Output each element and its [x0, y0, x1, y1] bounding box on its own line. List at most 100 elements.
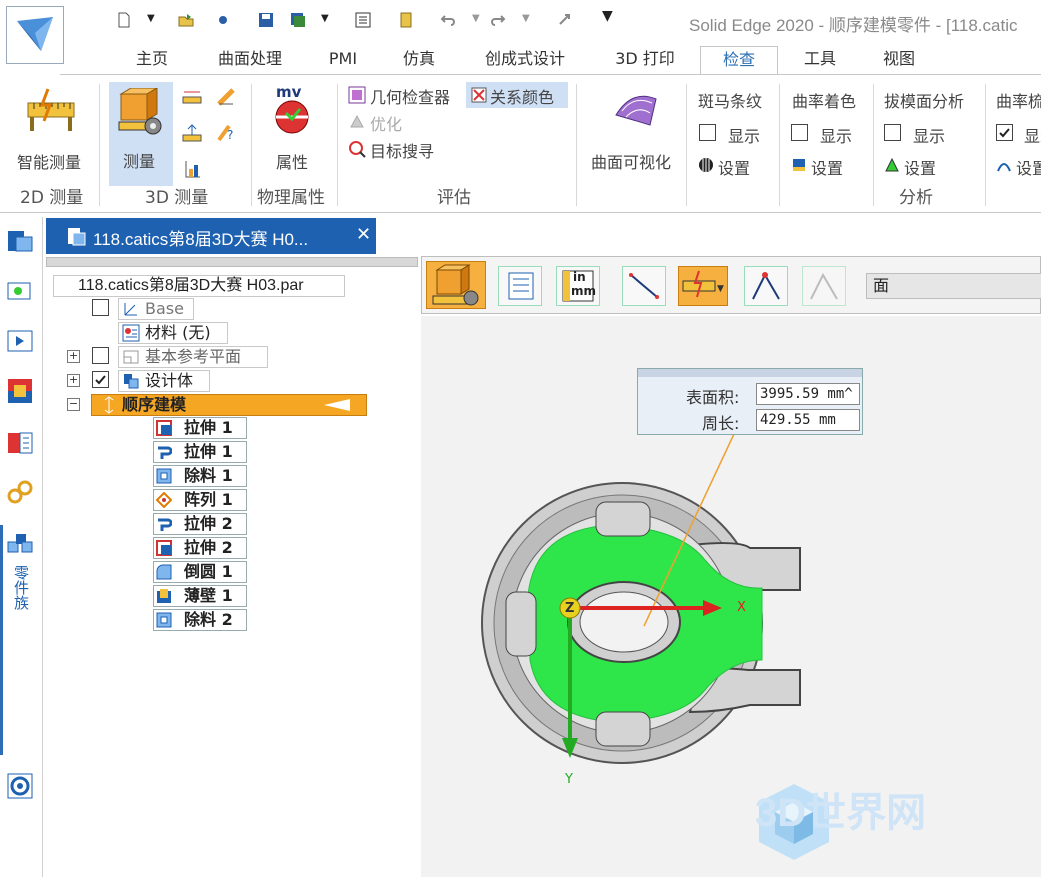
curvature-settings-label[interactable]: 设置 — [811, 155, 843, 179]
optimize-icon[interactable] — [348, 113, 366, 131]
feature-playback-icon[interactable] — [6, 327, 34, 355]
area-value-field[interactable]: 3995.59 mm^ — [756, 383, 860, 405]
curvature-show-checkbox[interactable] — [791, 124, 808, 141]
relation-colors-button[interactable]: 关系颜色 — [466, 82, 568, 108]
expand-design-body-icon[interactable]: + — [67, 374, 80, 387]
draft-show-label[interactable]: 显示 — [913, 123, 945, 147]
comb-settings-label[interactable]: 设置 — [1016, 155, 1041, 179]
tab-inspect[interactable]: 检查 — [700, 46, 778, 75]
feature-extrude-1[interactable]: 拉伸 1 — [153, 417, 247, 439]
appearance-icon[interactable] — [6, 377, 34, 405]
info-icon[interactable] — [398, 12, 414, 28]
undo-dropdown-icon[interactable]: ▼ — [472, 13, 480, 24]
draft-settings-label[interactable]: 设置 — [904, 155, 936, 179]
redo-icon[interactable] — [490, 12, 506, 28]
draft-show-checkbox[interactable] — [884, 124, 901, 141]
tab-pmi[interactable]: PMI — [320, 46, 366, 74]
curvature-settings-icon[interactable] — [791, 157, 807, 173]
print-icon[interactable] — [215, 12, 231, 28]
tab-3d-print[interactable]: 3D 打印 — [606, 46, 684, 74]
measure-distance-icon[interactable] — [182, 89, 202, 107]
family-of-parts-label[interactable]: 零件族 — [10, 565, 30, 610]
selection-filter-dropdown[interactable]: 面 — [866, 273, 1041, 299]
zebra-show-label[interactable]: 显示 — [728, 123, 760, 147]
tab-generative-design[interactable]: 创成式设计 — [470, 46, 580, 74]
app-logo-icon[interactable] — [6, 6, 64, 64]
measure-box-grip[interactable] — [638, 369, 862, 377]
repeat-icon[interactable] — [557, 12, 573, 28]
measure-angle-icon[interactable] — [216, 87, 236, 107]
feature-cutout-1[interactable]: 除料 1 — [153, 465, 247, 487]
optimize-label[interactable]: 优化 — [370, 111, 402, 135]
path-finder-icon[interactable] — [6, 227, 34, 255]
measure-mode-button[interactable] — [426, 261, 486, 309]
zebra-settings-label[interactable]: 设置 — [718, 155, 750, 179]
new-dropdown-icon[interactable]: ▼ — [147, 13, 155, 24]
design-body-checkbox[interactable] — [92, 371, 109, 388]
comb-settings-icon[interactable] — [996, 157, 1012, 173]
properties-list-icon[interactable] — [355, 12, 371, 28]
undo-icon[interactable] — [440, 12, 456, 28]
tab-view[interactable]: 视图 — [870, 46, 928, 74]
measure-normal-icon[interactable] — [182, 123, 202, 143]
measure-line-button[interactable] — [622, 266, 666, 306]
feature-cutout-2[interactable]: 除料 2 — [153, 609, 247, 631]
draft-settings-icon[interactable] — [884, 157, 900, 173]
properties-list-button[interactable] — [498, 266, 542, 306]
comb-show-checkbox[interactable] — [996, 124, 1013, 141]
engineering-reference-icon[interactable] — [6, 772, 34, 800]
feature-thinwall-1[interactable]: 薄壁 1 — [153, 585, 247, 607]
pathfinder-splitter[interactable] — [46, 257, 418, 267]
feature-pattern-1[interactable]: 阵列 1 — [153, 489, 247, 511]
surface-visualization-icon[interactable] — [612, 85, 660, 133]
measure-angle-button[interactable] — [744, 266, 788, 306]
tab-simulation[interactable]: 仿真 — [392, 46, 446, 74]
target-search-label[interactable]: 目标搜寻 — [370, 138, 434, 162]
units-button[interactable]: in mm — [556, 266, 600, 306]
redo-dropdown-icon[interactable]: ▼ — [522, 13, 530, 24]
geometry-inspector-label[interactable]: 几何检查器 — [370, 84, 450, 108]
feature-extrude-2[interactable]: 拉伸 2 — [153, 537, 247, 559]
measure-inertia-icon[interactable] — [182, 159, 202, 179]
surface-visualization-label[interactable]: 曲面可视化 — [591, 149, 671, 173]
end-of-features-marker-icon[interactable] — [324, 398, 352, 412]
smart-measure-mode-button[interactable]: ▼ — [678, 266, 728, 306]
new-file-icon[interactable] — [116, 12, 132, 28]
geometry-inspector-icon[interactable] — [348, 86, 366, 104]
expand-ref-planes-icon[interactable]: + — [67, 350, 80, 363]
curvature-show-label[interactable]: 显示 — [820, 123, 852, 147]
perimeter-value-field[interactable]: 429.55 mm — [756, 409, 860, 431]
save-icon[interactable] — [258, 12, 274, 28]
relationships-icon[interactable] — [6, 479, 34, 507]
smart-measure-label[interactable]: 智能测量 — [17, 149, 81, 173]
measure-disabled-button[interactable] — [802, 266, 846, 306]
close-tab-icon[interactable]: ✕ — [356, 224, 371, 245]
tab-surfacing[interactable]: 曲面处理 — [204, 46, 296, 74]
feature-revolve-1[interactable]: 拉伸 1 — [153, 441, 247, 463]
feature-revolve-2[interactable]: 拉伸 2 — [153, 513, 247, 535]
base-checkbox[interactable] — [92, 299, 109, 316]
ordered-modeling-bar[interactable]: 顺序建模 — [91, 394, 367, 416]
save-all-icon[interactable] — [290, 12, 306, 28]
collapse-ordered-icon[interactable]: − — [67, 398, 80, 411]
layers-icon[interactable] — [6, 277, 34, 305]
target-search-icon[interactable] — [348, 140, 366, 158]
open-file-icon[interactable] — [178, 12, 194, 28]
document-tab[interactable]: 118.catics第8届3D大赛 H0... ✕ — [46, 218, 376, 254]
ref-planes-checkbox[interactable] — [92, 347, 109, 364]
save-dropdown-icon[interactable]: ▼ — [321, 13, 329, 24]
comb-show-label[interactable]: 显示 — [1024, 123, 1041, 147]
family-of-parts-icon[interactable] — [6, 530, 34, 558]
measure-query-icon[interactable]: ? — [216, 123, 236, 143]
properties-label[interactable]: 属性 — [276, 149, 308, 173]
tab-tools[interactable]: 工具 — [794, 46, 846, 74]
feature-round-1[interactable]: 倒圆 1 — [153, 561, 247, 583]
variables-icon[interactable] — [6, 429, 34, 457]
smart-measure-icon[interactable] — [26, 87, 76, 135]
customize-qat-icon[interactable]: ▼ — [602, 8, 613, 24]
zebra-show-checkbox[interactable] — [699, 124, 716, 141]
measure-button[interactable]: 测量 — [109, 82, 173, 186]
tab-home[interactable]: 主页 — [122, 46, 182, 74]
zebra-settings-icon[interactable] — [698, 157, 714, 173]
properties-icon[interactable]: mv — [270, 83, 316, 134]
